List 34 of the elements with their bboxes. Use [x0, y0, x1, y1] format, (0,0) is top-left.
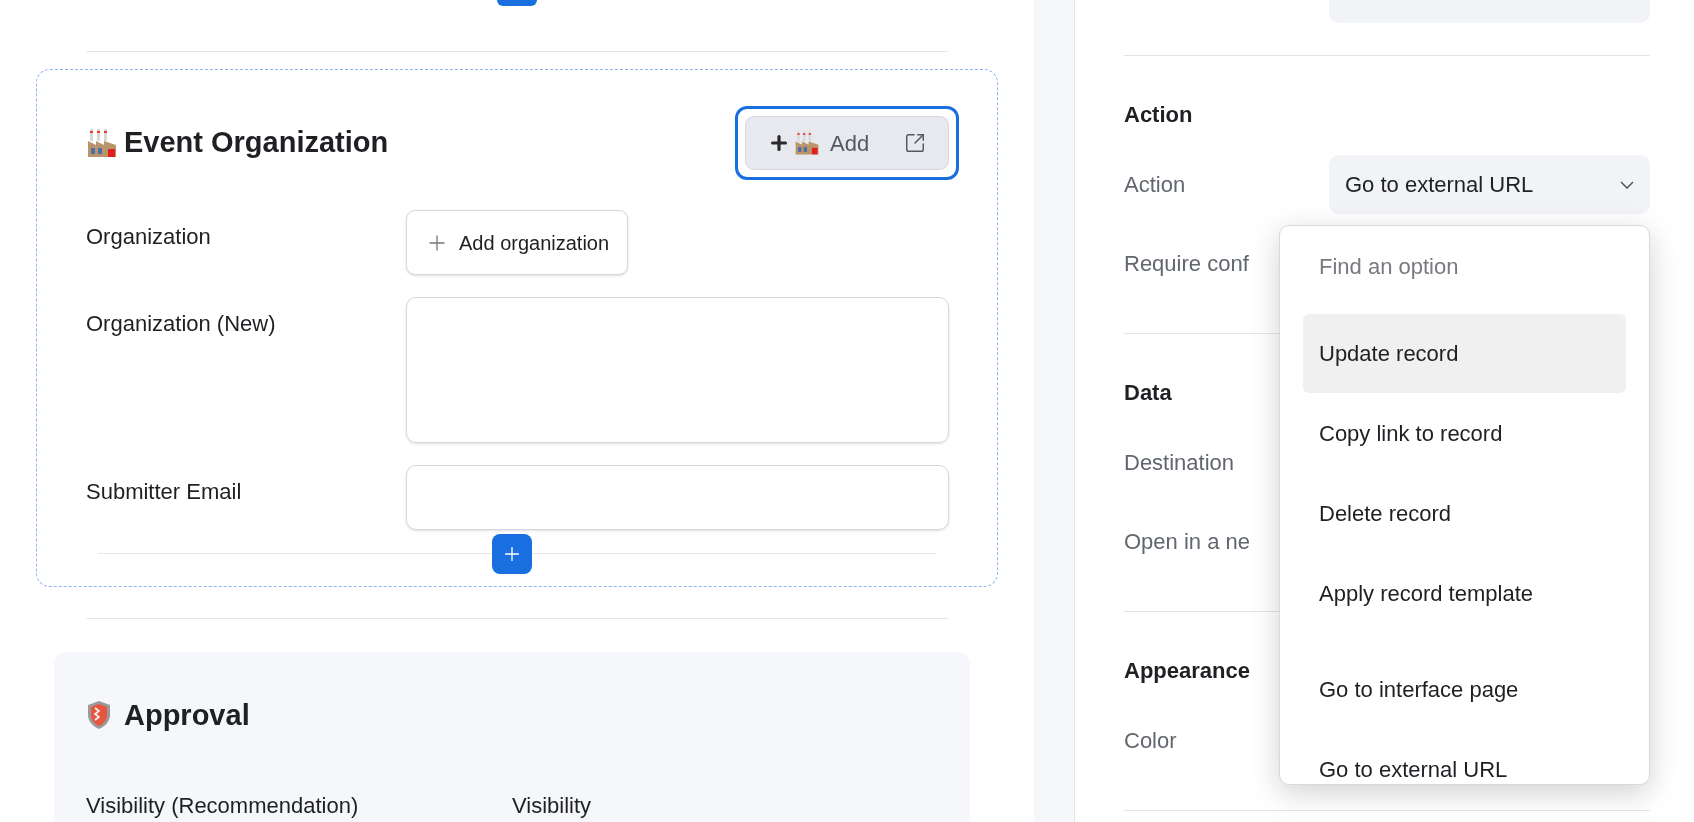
field-label: Submitter Email — [86, 478, 243, 506]
factory-icon — [86, 127, 118, 159]
option-item[interactable]: Update record — [1303, 314, 1626, 393]
input-field[interactable] — [406, 465, 949, 530]
setting-label: Open in a ne — [1124, 528, 1250, 556]
option-item[interactable]: Apply record template — [1303, 554, 1626, 633]
field-label: Visibility — [512, 792, 593, 820]
add-organization-button[interactable]: Add organization — [406, 210, 629, 275]
add-field-button[interactable] — [492, 534, 532, 574]
group-heading: Appearance — [1124, 657, 1250, 685]
option-item[interactable]: Copy link to record — [1303, 394, 1626, 473]
group-heading: Action — [1124, 101, 1193, 129]
setting-label: Destination — [1124, 449, 1235, 477]
search-field[interactable]: Find an option — [1303, 237, 1626, 297]
setting-label: Color — [1124, 727, 1177, 755]
action-select[interactable]: Go to external URL — [1329, 155, 1650, 214]
field-label: Visibility (Recommendation) — [86, 792, 360, 820]
setting-label: Require conf — [1124, 250, 1249, 278]
plus-icon — [768, 132, 790, 154]
external-link-icon — [904, 132, 926, 154]
option-item[interactable]: Delete record — [1303, 474, 1626, 553]
add-block-button[interactable] — [497, 0, 537, 6]
option-item[interactable]: Go to interface page — [1303, 650, 1626, 729]
section-title: Approval — [124, 697, 250, 733]
text-area[interactable] — [406, 297, 949, 443]
section-title: Event Organization — [124, 125, 389, 161]
field-label: Organization (New) — [86, 310, 277, 338]
setting-label: Action — [1124, 171, 1186, 199]
shield-icon — [86, 700, 112, 731]
option-item[interactable]: Go to external URL — [1303, 730, 1626, 784]
group-heading: Data — [1124, 379, 1172, 407]
field-label: Organization — [86, 223, 212, 251]
factory-icon — [794, 130, 820, 156]
add-record-button[interactable]: Add — [735, 106, 959, 180]
